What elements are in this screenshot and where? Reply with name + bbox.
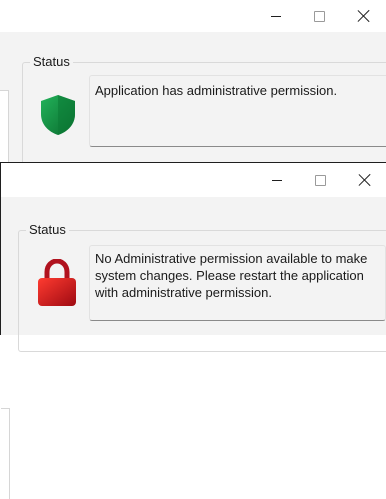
status-group-label: Status — [26, 222, 69, 237]
minimize-button[interactable] — [257, 163, 297, 197]
close-icon — [358, 10, 370, 22]
minimize-button[interactable] — [256, 0, 296, 32]
maximize-button[interactable] — [300, 163, 340, 197]
status-message: No Administrative permission available t… — [95, 251, 368, 300]
maximize-button[interactable] — [299, 0, 339, 32]
window-admin-granted: Status Application has administrative pe… — [0, 0, 386, 174]
window-admin-missing: Status No Administrative permission avai… — [0, 162, 386, 499]
close-icon — [359, 174, 371, 186]
status-message-box: Application has administrative permissio… — [89, 75, 386, 147]
maximize-icon — [314, 174, 326, 186]
title-bar — [1, 163, 386, 197]
shield-icon — [41, 95, 75, 135]
title-bar — [0, 0, 386, 32]
status-message: Application has administrative permissio… — [95, 83, 338, 98]
maximize-icon — [313, 10, 325, 22]
left-panel-edge — [0, 90, 9, 164]
status-group-label: Status — [30, 54, 73, 69]
close-button[interactable] — [345, 163, 385, 197]
close-button[interactable] — [344, 0, 384, 32]
lock-icon — [38, 259, 76, 306]
minimize-icon — [272, 179, 282, 181]
left-panel-edge — [1, 408, 10, 499]
status-message-box: No Administrative permission available t… — [89, 245, 386, 321]
minimize-icon — [271, 15, 281, 17]
status-group: Status Application has administrative pe… — [22, 54, 386, 174]
